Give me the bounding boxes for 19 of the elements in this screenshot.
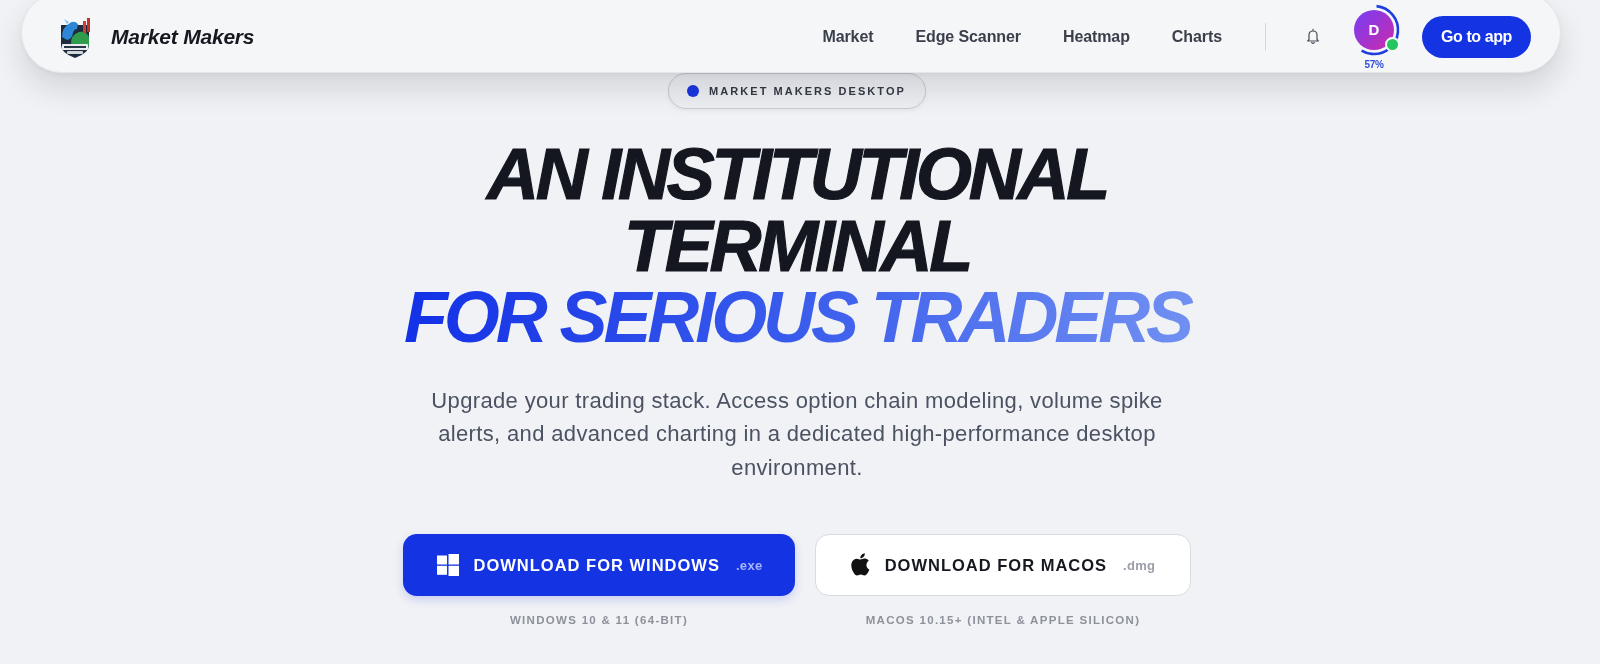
download-button[interactable]: DOWNLOAD FOR MACOS .dmg [815,534,1191,596]
go-to-app-button[interactable]: Go to app [1421,15,1531,58]
hero-description: Upgrade your trading stack. Access option chain modeling, volume spike alerts, and advanced charting in a dedicated high-performance desktop environment. [430,386,1164,482]
avatar[interactable]: D [1353,9,1394,50]
nav-link[interactable]: Market [822,27,874,46]
notification-bell-icon[interactable] [1304,28,1321,45]
windows-logo-icon [435,553,460,577]
system-requirements-caption: MACOS 10.15+ (INTEL & APPLE SILICON) [865,613,1141,628]
system-requirements-caption: WINDOWS 10 & 11 (64-BIT) [509,613,689,628]
badge-label: MARKET MAKERS DESKTOP [709,85,906,97]
nav-link[interactable]: Heatmap [1062,27,1130,46]
bullet-dot-icon [687,85,700,97]
nav-link[interactable]: Edge Scanner [915,27,1021,46]
apple-logo-icon [850,553,871,577]
progress-percentage: 57% [1363,58,1385,71]
brand-name[interactable]: Market Makers [111,24,255,49]
hero-heading: AN INSTITUTIONAL TERMINAL FOR SERIOUS TRADERS [397,139,1197,354]
download-button[interactable]: DOWNLOAD FOR WINDOWS .exe [403,534,795,596]
nav-link[interactable]: Charts [1171,27,1222,46]
